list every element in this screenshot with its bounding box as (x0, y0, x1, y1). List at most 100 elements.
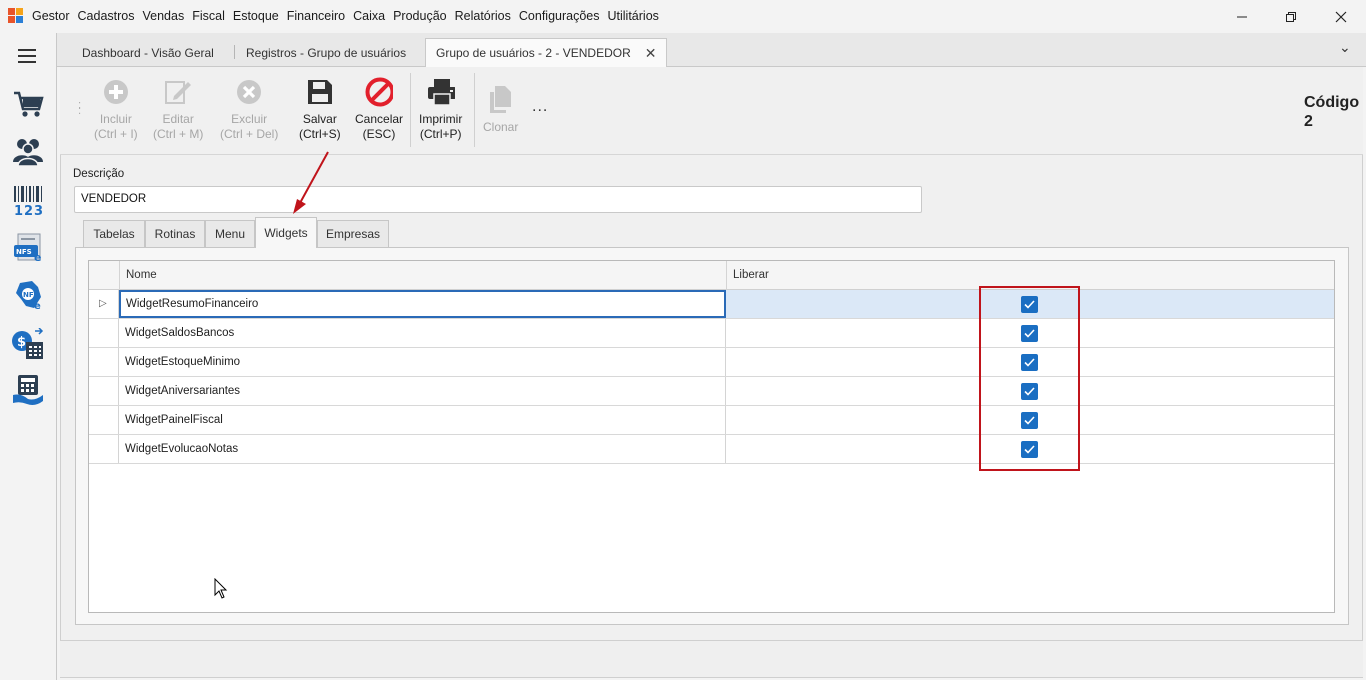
menu-fiscal[interactable]: Fiscal (192, 9, 229, 23)
tab-overflow-chevron-icon[interactable]: ⌄ (1339, 39, 1351, 56)
close-window-button[interactable] (1318, 0, 1364, 33)
excluir-label: Excluir (231, 112, 268, 126)
row-indicator (89, 377, 119, 405)
tab-tabelas[interactable]: Tabelas (83, 220, 145, 247)
nome-cell[interactable]: WidgetEstoqueMinimo (119, 348, 726, 376)
tab-widgets[interactable]: Widgets (255, 217, 317, 248)
edit-icon (165, 81, 192, 104)
column-header-nome[interactable]: Nome (119, 261, 726, 290)
nfe-icon: NF e (16, 281, 41, 311)
tab-label: Grupo de usuários - 2 - VENDEDOR (436, 46, 631, 60)
nfse-icon: NFS e (14, 233, 41, 263)
tab-label: Registros - Grupo de usuários (246, 45, 407, 60)
menu-configuracoes[interactable]: Configurações (519, 9, 604, 23)
codigo-label: Código (1304, 94, 1360, 111)
sidebar-item-financeiro[interactable] (8, 371, 48, 409)
incluir-shortcut: (Ctrl + I) (94, 127, 138, 141)
cancelar-label: Cancelar (355, 112, 404, 126)
incluir-label: Incluir (99, 112, 132, 126)
sidebar-item-produtos[interactable]: 1 2 3 (8, 181, 48, 219)
menu-relatorios[interactable]: Relatórios (455, 9, 515, 23)
table-row[interactable]: WidgetPainelFiscal (89, 406, 1334, 435)
close-icon (1335, 11, 1347, 22)
row-indicator-icon: ▷ (89, 290, 119, 318)
menu-cadastros[interactable]: Cadastros (78, 9, 139, 23)
table-row[interactable]: WidgetSaldosBancos (89, 319, 1334, 348)
sidebar-item-clientes[interactable] (8, 132, 48, 170)
imprimir-label: Imprimir (419, 112, 463, 126)
delete-circle-icon (237, 80, 262, 104)
restore-icon (1286, 11, 1296, 22)
toolbar-separator (410, 73, 411, 147)
editar-button[interactable]: Editar (Ctrl + M) (153, 78, 203, 142)
calculator-money-icon (13, 375, 43, 405)
row-indicator (89, 348, 119, 376)
sidebar-menu-toggle[interactable] (8, 37, 48, 75)
sidebar-item-nfe[interactable]: NF e (8, 276, 48, 314)
printer-icon (427, 79, 455, 106)
menu-financeiro[interactable]: Financeiro (287, 9, 349, 23)
cancelar-shortcut: (ESC) (362, 127, 396, 141)
main-menu: Gestor Cadastros Vendas Fiscal Estoque F… (32, 9, 667, 23)
cancelar-button[interactable]: Cancelar (ESC) (355, 77, 404, 142)
descricao-input[interactable]: VENDEDOR (74, 186, 922, 213)
status-bar (60, 640, 1363, 678)
nome-cell[interactable]: WidgetAniversariantes (119, 377, 726, 405)
tab-empresas[interactable]: Empresas (317, 220, 389, 247)
salvar-button[interactable]: Salvar (Ctrl+S) (299, 78, 341, 142)
salvar-shortcut: (Ctrl+S) (299, 127, 341, 141)
svg-text:2: 2 (24, 204, 33, 216)
codigo-value: 2 (1304, 113, 1313, 130)
grid-header: Nome Liberar (89, 261, 1334, 290)
tab-menu[interactable]: Menu (205, 220, 255, 247)
editar-shortcut: (Ctrl + M) (153, 127, 204, 141)
toolbar-more-button[interactable]: ... (532, 98, 548, 116)
excluir-button[interactable]: Excluir (Ctrl + Del) (220, 78, 278, 142)
svg-text:NF: NF (23, 291, 34, 299)
svg-text:1: 1 (14, 204, 23, 216)
editar-label: Editar (162, 112, 194, 126)
nome-cell[interactable]: WidgetPainelFiscal (119, 406, 726, 434)
sidebar-item-nfse[interactable]: NFS e (8, 229, 48, 267)
imprimir-button[interactable]: Imprimir (Ctrl+P) (419, 78, 462, 142)
minimize-icon (1237, 16, 1247, 17)
tab-registros-grupo-usuarios[interactable]: Registros - Grupo de usuários (236, 38, 416, 67)
incluir-button[interactable]: Incluir (Ctrl + I) (94, 78, 138, 142)
menu-estoque[interactable]: Estoque (233, 9, 283, 23)
annotation-highlight-box (979, 286, 1080, 471)
menu-producao[interactable]: Produção (393, 9, 451, 23)
clone-icon (489, 86, 511, 113)
cash-register-icon: $ (12, 328, 44, 359)
menu-gestor[interactable]: Gestor (32, 9, 74, 23)
app-logo-icon (8, 8, 24, 24)
nome-cell[interactable]: WidgetResumoFinanceiro (119, 290, 726, 318)
svg-text:e: e (34, 251, 41, 263)
nome-cell[interactable]: WidgetSaldosBancos (119, 319, 726, 347)
toolbar-grip-icon[interactable]: ⁚ ⁚ (78, 102, 81, 117)
sidebar: 1 2 3 NFS e NF e $ (0, 33, 57, 680)
svg-text:$: $ (17, 335, 26, 350)
cart-icon (14, 91, 44, 117)
menu-utilitarios[interactable]: Utilitários (608, 9, 663, 23)
nome-cell[interactable]: WidgetEvolucaoNotas (119, 435, 726, 463)
tab-close-icon[interactable]: ✕ (645, 45, 657, 62)
tab-rotinas[interactable]: Rotinas (145, 220, 205, 247)
minimize-button[interactable] (1219, 0, 1265, 33)
tab-dashboard[interactable]: Dashboard - Visão Geral (72, 38, 224, 67)
table-row[interactable]: WidgetAniversariantes (89, 377, 1334, 406)
salvar-label: Salvar (302, 112, 337, 126)
menu-caixa[interactable]: Caixa (353, 9, 389, 23)
row-indicator (89, 435, 119, 463)
sidebar-item-vendas[interactable] (8, 85, 48, 123)
clonar-button[interactable]: Clonar (483, 86, 518, 135)
sidebar-item-caixa[interactable]: $ (8, 325, 48, 363)
table-row[interactable]: WidgetEvolucaoNotas (89, 435, 1334, 464)
table-row[interactable]: ▷ WidgetResumoFinanceiro (89, 290, 1334, 319)
document-tabs: Dashboard - Visão Geral Registros - Grup… (57, 33, 1366, 68)
mouse-cursor-icon (214, 578, 228, 599)
tab-grupo-usuarios-vendedor[interactable]: Grupo de usuários - 2 - VENDEDOR ✕ (425, 38, 668, 68)
menu-vendas[interactable]: Vendas (143, 9, 189, 23)
restore-button[interactable] (1268, 0, 1314, 33)
tab-label: Dashboard - Visão Geral (82, 45, 214, 60)
table-row[interactable]: WidgetEstoqueMinimo (89, 348, 1334, 377)
